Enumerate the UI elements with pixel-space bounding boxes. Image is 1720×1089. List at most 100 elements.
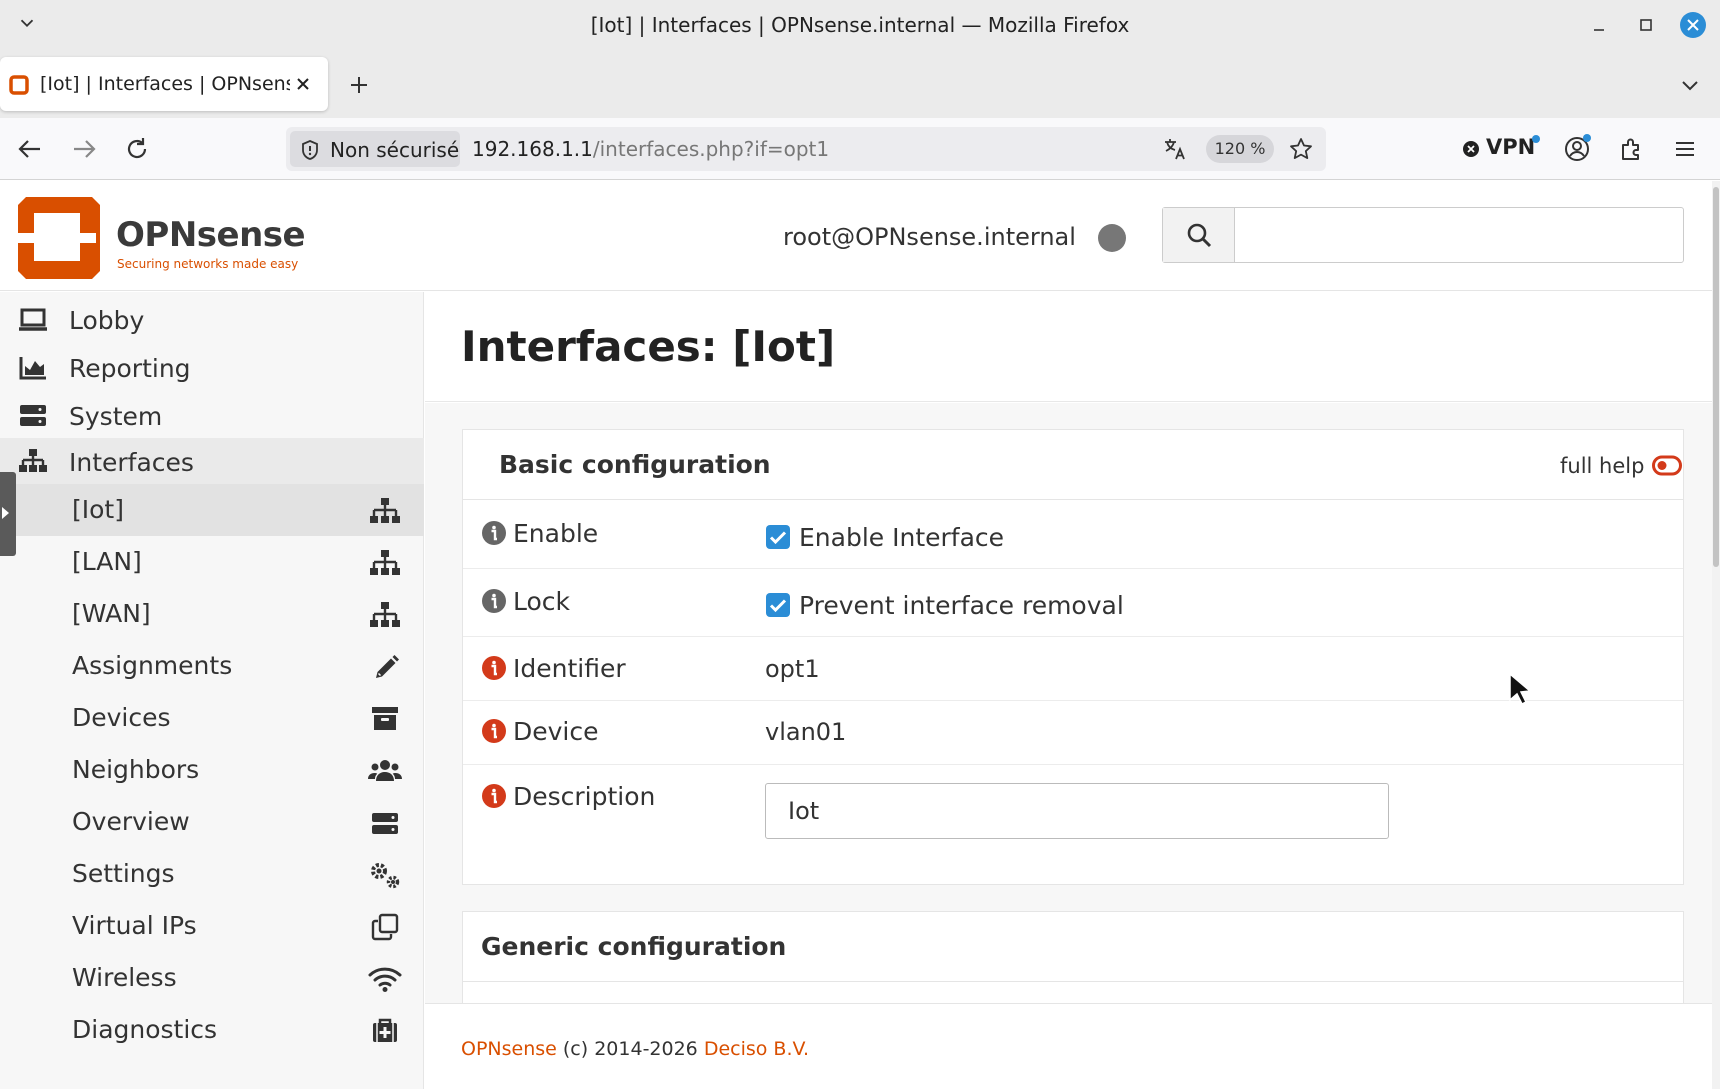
sitemap-icon [370, 550, 400, 575]
vpn-label: VPN [1486, 135, 1536, 159]
sidebar: Lobby Reporting System Interfaces [Iot] … [0, 292, 424, 1089]
sidebar-item-system[interactable]: System [0, 390, 424, 440]
sidebar-subitem-label: Wireless [72, 963, 177, 992]
prevent-removal-checkbox[interactable] [766, 593, 790, 617]
sidebar-subitem-devices[interactable]: Devices [0, 692, 424, 744]
url-bar[interactable]: Non sécurisé 192.168.1.1/interfaces.php?… [286, 127, 1326, 171]
sidebar-item-interfaces[interactable]: Interfaces [0, 438, 424, 484]
info-icon[interactable] [481, 783, 507, 809]
scrollbar-thumb[interactable] [1713, 187, 1719, 567]
reload-icon[interactable] [123, 135, 151, 163]
sidebar-item-label: Reporting [69, 354, 191, 383]
sidebar-item-label: Lobby [69, 306, 145, 335]
status-indicator[interactable] [1098, 224, 1126, 252]
info-icon[interactable] [481, 520, 507, 546]
sidebar-subitem-lan[interactable]: [LAN] [0, 536, 424, 588]
logged-in-user[interactable]: root@OPNsense.internal [783, 223, 1076, 251]
full-help-label: full help [1560, 454, 1645, 478]
full-help-toggle[interactable]: full help [1560, 454, 1685, 484]
maximize-icon[interactable] [1633, 12, 1659, 38]
plus-icon[interactable] [346, 72, 372, 98]
sidebar-item-lobby[interactable]: Lobby [0, 294, 424, 344]
window-titlebar: [Iot] | Interfaces | OPNsense.internal —… [0, 0, 1720, 50]
footer-opnsense-link[interactable]: OPNsense [461, 1038, 557, 1060]
vpn-disconnected-icon [1463, 141, 1479, 157]
search-input[interactable] [1236, 208, 1682, 262]
sidebar-subitem-diagnostics[interactable]: Diagnostics [0, 1004, 424, 1056]
prevent-removal-label[interactable]: Prevent interface removal [799, 591, 1124, 620]
description-label: Description [513, 782, 656, 811]
back-arrow-icon[interactable] [16, 135, 44, 163]
identifier-label: Identifier [513, 654, 626, 683]
search-button[interactable] [1163, 208, 1235, 262]
forward-arrow-icon[interactable] [70, 135, 98, 163]
row-description: Description [463, 765, 1683, 885]
close-window-icon[interactable] [1680, 12, 1706, 38]
panel-title: Generic configuration [481, 932, 787, 961]
enable-interface-checkbox[interactable] [766, 525, 790, 549]
sidebar-subitem-iot[interactable]: [Iot] [0, 484, 424, 536]
panel-header: Generic configuration [463, 912, 1683, 982]
toggle-off-icon [1652, 455, 1682, 476]
sitemap-icon [370, 498, 400, 523]
sidebar-subitem-label: [WAN] [72, 599, 151, 628]
brand-name: OPNsense [116, 215, 306, 255]
mouse-cursor-icon [1509, 672, 1532, 706]
sidebar-subitem-label: Overview [72, 807, 190, 836]
window-title: [Iot] | Interfaces | OPNsense.internal —… [590, 13, 1130, 37]
sitemap-icon [19, 449, 47, 472]
area-chart-icon [19, 357, 46, 380]
url-text[interactable]: 192.168.1.1/interfaces.php?if=opt1 [472, 137, 829, 161]
footer-deciso-link[interactable]: Deciso B.V. [704, 1038, 809, 1060]
opnsense-logo-icon[interactable] [12, 193, 102, 283]
panel-header: Basic configuration full help [463, 430, 1683, 500]
vpn-button[interactable]: VPN [1462, 135, 1542, 163]
page-scrollbar[interactable] [1712, 181, 1720, 1089]
security-label: Non sécurisé [330, 138, 460, 162]
sidebar-subitem-label: Diagnostics [72, 1015, 218, 1044]
enable-interface-label[interactable]: Enable Interface [799, 523, 1004, 552]
extensions-puzzle-icon[interactable] [1617, 135, 1645, 163]
archive-icon [372, 707, 398, 730]
sidebar-subitem-wan[interactable]: [WAN] [0, 588, 424, 640]
search-icon [1187, 223, 1212, 248]
sidebar-subitem-overview[interactable]: Overview [0, 796, 424, 848]
sidebar-subitem-settings[interactable]: Settings [0, 848, 424, 900]
sidebar-subitem-label: Assignments [72, 651, 233, 680]
arrow-right-icon [2, 507, 9, 519]
row-device: Device vlan01 [463, 701, 1683, 765]
zoom-level-badge[interactable]: 120 % [1206, 135, 1274, 163]
sidebar-item-label: Interfaces [69, 448, 194, 477]
close-icon[interactable] [292, 73, 314, 95]
tab-opnsense[interactable]: [Iot] | Interfaces | OPNsense.internal [0, 57, 328, 111]
sidebar-subitem-wireless[interactable]: Wireless [0, 952, 424, 1004]
sidebar-subitem-label: Neighbors [72, 755, 200, 784]
sidebar-subitem-neighbors[interactable]: Neighbors [0, 744, 424, 796]
generic-configuration-panel: Generic configuration [462, 911, 1684, 1003]
sidebar-subitem-virtual-ips[interactable]: Virtual IPs [0, 900, 424, 952]
info-icon[interactable] [481, 718, 507, 744]
lock-label: Lock [513, 587, 571, 616]
minimize-icon[interactable] [1586, 12, 1612, 38]
info-icon[interactable] [481, 588, 507, 614]
chevron-down-icon[interactable] [1677, 72, 1703, 98]
basic-configuration-panel: Basic configuration full help Enable Ena… [462, 429, 1684, 885]
sidebar-item-reporting[interactable]: Reporting [0, 342, 424, 392]
page-title: Interfaces: [Iot] [461, 322, 836, 371]
security-badge[interactable]: Non sécurisé [290, 131, 460, 167]
sidebar-subitem-assignments[interactable]: Assignments [0, 640, 424, 692]
url-path: /interfaces.php?if=opt1 [592, 137, 830, 161]
shield-warning-icon [302, 140, 318, 160]
sidebar-subitem-label: Virtual IPs [72, 911, 197, 940]
users-icon [368, 760, 402, 781]
description-input[interactable] [765, 783, 1389, 839]
sidebar-subitem-label: Settings [72, 859, 175, 888]
opnsense-favicon-icon [9, 75, 29, 95]
sidebar-collapse-handle[interactable] [0, 472, 16, 556]
account-notification-dot [1583, 134, 1591, 142]
device-label: Device [513, 717, 599, 746]
hamburger-menu-icon[interactable] [1671, 135, 1699, 163]
info-icon[interactable] [481, 655, 507, 681]
bookmark-star-icon[interactable] [1288, 136, 1314, 162]
translate-icon[interactable] [1162, 136, 1188, 162]
